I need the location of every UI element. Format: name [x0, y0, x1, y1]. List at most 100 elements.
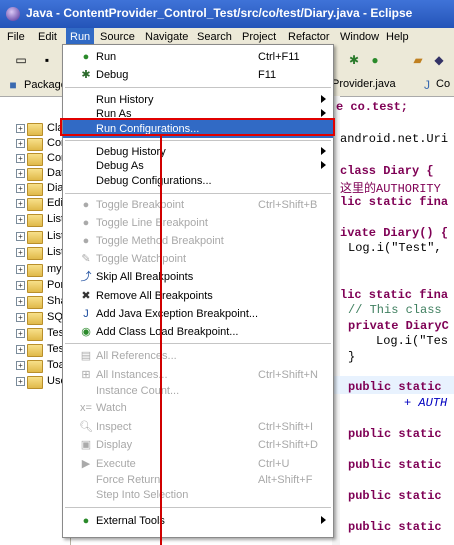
expand-icon[interactable]: + [16, 361, 25, 370]
code-line: private DiaryC [348, 319, 449, 333]
menu-item-step-into-selection[interactable]: Step Into Selection [63, 486, 333, 504]
debug-icon: ✱ [81, 69, 91, 81]
tree-item[interactable]: + Dat [0, 166, 70, 182]
new-icon[interactable]: ▭ [14, 53, 28, 67]
title-bar: Java - ContentProvider_Control_Test/src/… [0, 0, 454, 28]
package-explorer: ■ Package + Cla + Cor + Cor + Dat + Dia + Edi … [0, 74, 71, 545]
menu-separator [65, 507, 331, 508]
annotation-highlight-box [60, 118, 335, 136]
menu-source[interactable]: Source [100, 31, 135, 43]
menu-file[interactable]: File [7, 31, 25, 43]
tree-item[interactable]: + Sha [0, 294, 70, 310]
menu-item-instance-count[interactable]: Instance Count... [63, 382, 333, 400]
expand-icon[interactable]: + [16, 184, 25, 193]
tree-item[interactable]: + myl [0, 262, 70, 278]
expand-icon[interactable]: + [16, 215, 25, 224]
menu-help[interactable]: Help [386, 31, 409, 43]
folder-icon [27, 264, 43, 277]
breakpoint-icon: ● [82, 235, 90, 247]
menu-edit[interactable]: Edit [38, 31, 57, 43]
tab-co[interactable]: Co [436, 78, 450, 90]
external-tools-icon: ● [82, 515, 90, 527]
expand-icon[interactable]: + [16, 139, 25, 148]
code-line: android.net.Uri [340, 132, 449, 146]
menu-item-inspect[interactable]: 🔍︎ Inspect Ctrl+Shift+I [63, 418, 333, 436]
expand-icon[interactable]: + [16, 329, 25, 338]
menu-item-toggle-line-breakpoint[interactable]: ● Toggle Line Breakpoint [63, 214, 333, 232]
menu-item-display[interactable]: ▣ Display Ctrl+Shift+D [63, 436, 333, 454]
code-line: Log.i("Test", [348, 241, 442, 255]
expand-icon[interactable]: + [16, 377, 25, 386]
tab-provider-java[interactable]: Provider.java [332, 78, 396, 90]
menu-item-toggle-watchpoint[interactable]: ✎ Toggle Watchpoint [63, 250, 333, 268]
code-line: // This class [348, 303, 442, 317]
tree-item[interactable]: + Toa [0, 358, 70, 374]
expand-icon[interactable]: + [16, 199, 25, 208]
menu-item-debug-configurations[interactable]: Debug Configurations... [63, 172, 333, 190]
expand-icon[interactable]: + [16, 281, 25, 290]
tree-item[interactable]: + SQI [0, 310, 70, 326]
menu-search[interactable]: Search [197, 31, 232, 43]
folder-icon [27, 296, 43, 309]
menu-separator [65, 87, 331, 88]
expand-icon[interactable]: + [16, 297, 25, 306]
tree-item[interactable]: + List [0, 212, 70, 228]
folder-icon [27, 153, 43, 166]
expand-icon[interactable]: + [16, 169, 25, 178]
tree-item[interactable]: + Cor [0, 151, 70, 167]
submenu-arrow-icon [321, 95, 326, 103]
expand-icon[interactable]: + [16, 265, 25, 274]
expand-icon[interactable]: + [16, 232, 25, 241]
tree-item[interactable]: + Edi [0, 196, 70, 212]
menu-project[interactable]: Project [242, 31, 276, 43]
menu-item-add-class-load-breakpoint[interactable]: ◉ Add Class Load Breakpoint... [63, 323, 333, 341]
window-title: Java - ContentProvider_Control_Test/src/… [26, 6, 413, 20]
skip-breakpoints-icon: ⤴ [80, 271, 92, 283]
menu-item-add-java-exception-breakpoint[interactable]: J Add Java Exception Breakpoint... [63, 305, 333, 323]
tree-item[interactable]: + List [0, 229, 70, 245]
expand-icon[interactable]: + [16, 345, 25, 354]
menu-item-watch[interactable]: x= Watch [63, 399, 333, 417]
expand-icon[interactable]: + [16, 313, 25, 322]
expand-icon[interactable]: + [16, 124, 25, 133]
tree-item[interactable]: + Tes [0, 326, 70, 342]
save-icon[interactable]: ▪ [40, 53, 54, 67]
tab-package-explorer[interactable]: ■ Package [0, 74, 70, 97]
menu-item-skip-all-breakpoints[interactable]: ⤴ Skip All Breakpoints [63, 268, 333, 286]
menu-item-external-tools[interactable]: ● External Tools [63, 512, 333, 530]
run-icon[interactable]: ● [368, 53, 382, 67]
folder-icon [27, 344, 43, 357]
menu-item-debug[interactable]: ✱ Debug F11 [63, 66, 333, 84]
menu-item-all-references[interactable]: ▤ All References... [63, 347, 333, 365]
code-line: } [348, 350, 356, 364]
menu-window[interactable]: Window [340, 31, 379, 43]
build-icon[interactable]: ◆ [432, 53, 446, 67]
menu-refactor[interactable]: Refactor [288, 31, 330, 43]
debug-icon[interactable]: ✱ [347, 53, 361, 67]
code-line: 这里的AUTHORITY [340, 182, 441, 196]
menu-item-run[interactable]: ● Run Ctrl+F11 [63, 48, 333, 66]
expand-icon[interactable]: + [16, 248, 25, 257]
menu-navigate[interactable]: Navigate [145, 31, 188, 43]
folder-icon [27, 183, 43, 196]
menu-item-toggle-breakpoint[interactable]: ● Toggle Breakpoint Ctrl+Shift+B [63, 196, 333, 214]
tree-item[interactable]: + Dia [0, 181, 70, 197]
expand-icon[interactable]: + [16, 154, 25, 163]
tree-item[interactable]: + Cor [0, 136, 70, 152]
folder-icon [27, 231, 43, 244]
folder-icon [27, 360, 43, 373]
code-editor[interactable]: Provider.java J Co e co.test; android.ne… [332, 74, 454, 545]
remove-breakpoints-icon: ✖ [81, 290, 91, 302]
open-icon[interactable]: ▰ [411, 53, 425, 67]
tree-item[interactable]: + Use [0, 374, 70, 390]
execute-icon: ▶ [81, 458, 91, 470]
menu-item-toggle-method-breakpoint[interactable]: ● Toggle Method Breakpoint [63, 232, 333, 250]
folder-icon [27, 376, 43, 389]
exception-breakpoint-icon: J [83, 308, 89, 320]
breakpoint-icon: ● [82, 199, 90, 211]
code-line: public static [348, 520, 442, 534]
menu-item-remove-all-breakpoints[interactable]: ✖ Remove All Breakpoints [63, 287, 333, 305]
tree-item[interactable]: + Tes [0, 342, 70, 358]
tree-item[interactable]: + Por [0, 278, 70, 294]
tree-item[interactable]: + List [0, 245, 70, 261]
